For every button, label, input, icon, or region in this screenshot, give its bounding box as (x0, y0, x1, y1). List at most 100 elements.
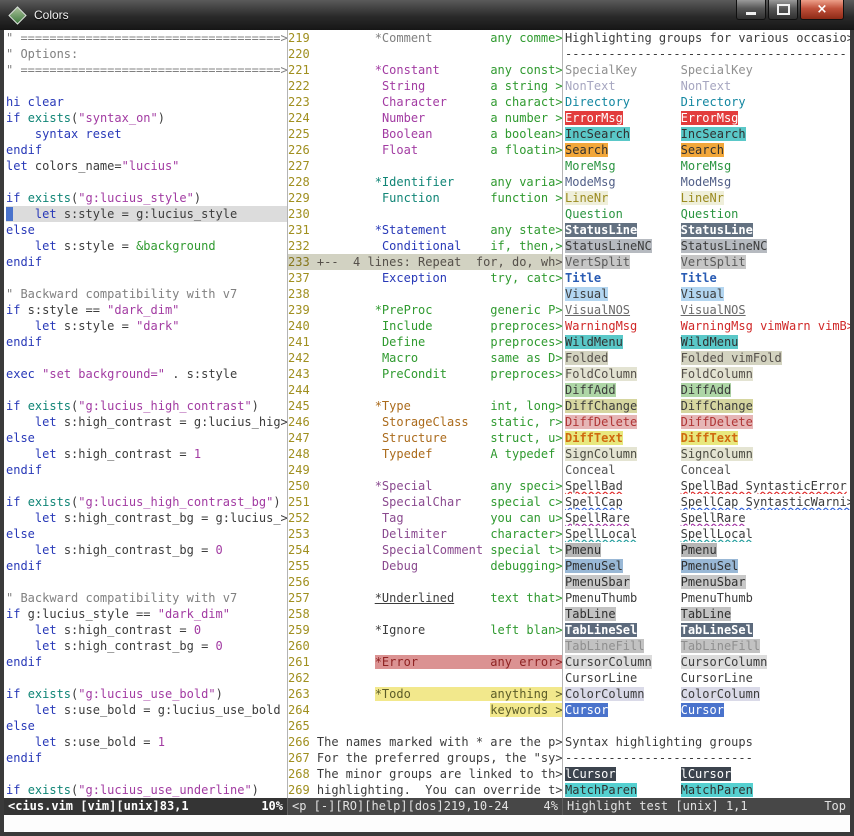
help-line[interactable]: 228 *Identifier any varia> (288, 174, 562, 190)
hitest-line[interactable]: PmenuThumb PmenuThumb (565, 590, 850, 606)
code-line[interactable] (6, 270, 287, 286)
help-line[interactable]: 250 *Special any speci> (288, 478, 562, 494)
help-line[interactable]: 263 *Todo anything > (288, 686, 562, 702)
help-line[interactable]: 247 Structure struct, u> (288, 430, 562, 446)
help-line[interactable]: 258 (288, 606, 562, 622)
hitest-line[interactable]: VisualNOS VisualNOS (565, 302, 850, 318)
hitest-line[interactable]: SpecialKey SpecialKey (565, 62, 850, 78)
help-line[interactable]: 245 *Type int, long> (288, 398, 562, 414)
cursor-line[interactable]: let s:style = g:lucius_style (6, 206, 287, 222)
help-line[interactable]: 244 (288, 382, 562, 398)
hitest-line[interactable]: Syntax highlighting groups (565, 734, 850, 750)
help-line[interactable]: 267 For the preferred groups, the "sy> (288, 750, 562, 766)
code-line[interactable]: let s:high_contrast_bg = 0 (6, 638, 287, 654)
code-line[interactable]: if exists("g:lucius_use_underline") (6, 782, 287, 798)
maximize-button[interactable] (768, 0, 798, 20)
close-button[interactable]: × (800, 0, 844, 20)
code-line[interactable]: exec "set background=" . s:style (6, 366, 287, 382)
help-line[interactable]: 257 *Underlined text that> (288, 590, 562, 606)
hitest-line[interactable]: WarningMsg WarningMsg vimWarn vimB> (565, 318, 850, 334)
code-line[interactable]: else (6, 430, 287, 446)
hitest-line[interactable]: DiffChange DiffChange (565, 398, 850, 414)
code-line[interactable] (6, 174, 287, 190)
code-line[interactable]: " ====================================> (6, 62, 287, 78)
help-line[interactable]: 269 highlighting. You can override t> (288, 782, 562, 798)
hitest-line[interactable]: FoldColumn FoldColumn (565, 366, 850, 382)
help-line[interactable]: 239 *PreProc generic P> (288, 302, 562, 318)
help-line[interactable]: 230 (288, 206, 562, 222)
hitest-line[interactable]: Highlighting groups for various occasio> (565, 30, 850, 46)
hitest-line[interactable]: -------------------------- (565, 750, 850, 766)
hitest-line[interactable]: DiffAdd DiffAdd (565, 382, 850, 398)
code-line[interactable]: let s:use_bold = g:lucius_use_bold (6, 702, 287, 718)
help-line[interactable]: 246 StorageClass static, r> (288, 414, 562, 430)
help-line[interactable]: 255 Debug debugging> (288, 558, 562, 574)
hitest-line[interactable]: SpellCap SpellCap SyntasticWarni> (565, 494, 850, 510)
code-line[interactable] (6, 478, 287, 494)
code-line[interactable]: endif (6, 654, 287, 670)
code-line[interactable]: let s:high_contrast = 0 (6, 622, 287, 638)
hitest-line[interactable]: TabLineSel TabLineSel (565, 622, 850, 638)
hitest-line[interactable]: WildMenu WildMenu (565, 334, 850, 350)
hitest-line[interactable]: PmenuSel PmenuSel (565, 558, 850, 574)
code-line[interactable]: endif (6, 558, 287, 574)
right-pane[interactable]: Highlighting groups for various occasio>… (563, 30, 850, 798)
hitest-line[interactable]: IncSearch IncSearch (565, 126, 850, 142)
help-line[interactable]: 224 Number a number > (288, 110, 562, 126)
left-pane[interactable]: " ====================================> "… (4, 30, 287, 798)
help-line[interactable]: 254 SpecialComment special t> (288, 542, 562, 558)
help-line[interactable]: 237 Exception try, catc> (288, 270, 562, 286)
code-line[interactable]: let s:style = &background (6, 238, 287, 254)
code-line[interactable]: endif (6, 462, 287, 478)
help-line[interactable]: 249 (288, 462, 562, 478)
hitest-line[interactable]: SpellLocal SpellLocal (565, 526, 850, 542)
hitest-line[interactable]: VertSplit VertSplit (565, 254, 850, 270)
hitest-line[interactable]: Visual Visual (565, 286, 850, 302)
code-line[interactable] (6, 350, 287, 366)
statusline-middle[interactable]: <p [-][RO][help][dos]219,10-24 4% (288, 798, 563, 815)
code-line[interactable]: endif (6, 750, 287, 766)
hitest-line[interactable]: Search Search (565, 142, 850, 158)
code-line[interactable]: let s:high_contrast_bg = 0 (6, 542, 287, 558)
minimize-button[interactable] (736, 0, 766, 20)
help-line[interactable]: 266 The names marked with * are the p> (288, 734, 562, 750)
code-line[interactable]: let s:use_bold = 1 (6, 734, 287, 750)
help-line[interactable]: 243 PreCondit preproces> (288, 366, 562, 382)
code-line[interactable]: else (6, 718, 287, 734)
code-line[interactable]: endif (6, 254, 287, 270)
code-line[interactable]: if exists("g:lucius_high_contrast") (6, 398, 287, 414)
help-line[interactable]: 232 Conditional if, then,> (288, 238, 562, 254)
hitest-line[interactable]: CursorColumn CursorColumn (565, 654, 850, 670)
help-line[interactable]: 265 (288, 718, 562, 734)
hitest-line[interactable]: Folded Folded vimFold (565, 350, 850, 366)
help-line[interactable]: 261 *Error any error> (288, 654, 562, 670)
help-line[interactable]: 248 Typedef A typedef (288, 446, 562, 462)
code-line[interactable]: hi clear (6, 94, 287, 110)
help-line[interactable]: 227 (288, 158, 562, 174)
help-line[interactable]: 229 Function function > (288, 190, 562, 206)
statusline-right[interactable]: Highlight test [unix] 1,1 Top (563, 798, 850, 815)
hitest-line[interactable]: Conceal Conceal (565, 462, 850, 478)
help-line[interactable]: 222 String a string > (288, 78, 562, 94)
hitest-line[interactable]: CursorLine CursorLine (565, 670, 850, 686)
help-line[interactable]: 256 (288, 574, 562, 590)
folded-line[interactable]: 233 +-- 4 lines: Repeat for, do, wh> (288, 254, 562, 270)
code-line[interactable]: else (6, 526, 287, 542)
code-line[interactable]: " Backward compatibility with v7 (6, 590, 287, 606)
hitest-line[interactable]: ModeMsg ModeMsg (565, 174, 850, 190)
code-line[interactable]: let colors_name="lucius" (6, 158, 287, 174)
hitest-line[interactable]: NonText NonText (565, 78, 850, 94)
titlebar[interactable]: Colors × (0, 0, 854, 30)
hitest-line[interactable]: PmenuSbar PmenuSbar (565, 574, 850, 590)
code-line[interactable] (6, 382, 287, 398)
help-line[interactable]: 264 keywords > (288, 702, 562, 718)
help-line[interactable]: 268 The minor groups are linked to th> (288, 766, 562, 782)
help-line[interactable]: 219 *Comment any comme> (288, 30, 562, 46)
code-line[interactable] (6, 766, 287, 782)
hitest-line[interactable]: Question Question (565, 206, 850, 222)
hitest-line[interactable]: TabLineFill TabLineFill (565, 638, 850, 654)
help-line[interactable]: 220 (288, 46, 562, 62)
help-line[interactable]: 241 Define preproces> (288, 334, 562, 350)
hitest-line[interactable]: SpellBad SpellBad SyntasticError (565, 478, 850, 494)
hitest-line[interactable]: StatusLine StatusLine (565, 222, 850, 238)
